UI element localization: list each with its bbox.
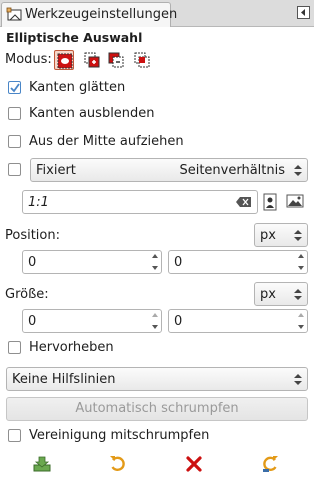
delete-preset-button[interactable] (184, 454, 204, 474)
panel-title: Elliptische Auswahl (6, 30, 143, 45)
position-y-spinner[interactable] (295, 251, 307, 273)
size-unit-combo[interactable]: px (254, 282, 308, 306)
auto-shrink-button[interactable]: Automatisch schrumpfen (6, 397, 308, 421)
combo-arrows-icon (294, 289, 302, 300)
fixed-option[interactable] (8, 162, 22, 180)
combo-arrows-icon (294, 374, 302, 385)
size-height-spinner[interactable] (295, 310, 307, 332)
expand-center-checkbox[interactable] (8, 135, 21, 148)
antialias-label: Kanten glätten (29, 80, 126, 95)
spin-up-icon[interactable] (295, 310, 307, 321)
position-x-value: 0 (28, 255, 37, 270)
ratio-entry[interactable]: 1:1 (22, 190, 258, 214)
shrink-merged-checkbox[interactable] (8, 429, 21, 442)
shrink-merged-label: Vereinigung mitschrumpfen (29, 428, 210, 443)
subtract-mode-icon (108, 52, 124, 68)
fixed-label: Fixiert (36, 163, 76, 178)
save-preset-icon (33, 456, 51, 472)
add-mode-icon (84, 52, 100, 68)
spin-up-icon[interactable] (149, 251, 161, 262)
tab-menu-icon[interactable] (297, 6, 310, 19)
subtract-mode-button[interactable] (106, 50, 126, 70)
replace-mode-button[interactable] (54, 50, 74, 70)
intersect-mode-button[interactable] (132, 50, 152, 70)
intersect-mode-icon (134, 52, 150, 68)
size-width-field[interactable]: 0 (22, 309, 162, 333)
reset-button[interactable] (260, 454, 280, 474)
ratio-value: 1:1 (28, 195, 49, 210)
tool-options-icon (6, 7, 24, 23)
spin-down-icon[interactable] (295, 321, 307, 332)
combo-arrows-icon (294, 165, 302, 176)
size-height-field[interactable]: 0 (168, 309, 308, 333)
antialias-checkbox[interactable] (8, 81, 21, 94)
fixed-mode-combo[interactable]: Fixiert Seitenverhältnis (30, 158, 308, 182)
spin-up-icon[interactable] (295, 251, 307, 262)
spin-down-icon[interactable] (149, 262, 161, 273)
size-width-spinner[interactable] (149, 310, 161, 332)
position-unit-combo[interactable]: px (254, 223, 308, 247)
spin-down-icon[interactable] (149, 321, 161, 332)
reset-icon (263, 456, 278, 472)
size-height-value: 0 (174, 314, 183, 329)
feather-checkbox[interactable] (8, 107, 21, 120)
size-label: Größe: (5, 287, 49, 302)
highlight-checkbox[interactable] (8, 341, 21, 354)
size-width-value: 0 (28, 314, 37, 329)
landscape-icon[interactable] (286, 193, 304, 211)
tool-options-tab[interactable]: Werkzeugeinstellungen (1, 2, 177, 27)
fixed-checkbox[interactable] (8, 163, 21, 176)
replace-mode-icon (57, 53, 73, 69)
position-label: Position: (5, 228, 60, 243)
tab-title: Werkzeugeinstellungen (25, 7, 178, 22)
position-y-field[interactable]: 0 (168, 250, 308, 274)
position-y-value: 0 (174, 255, 183, 270)
expand-center-label: Aus der Mitte aufziehen (29, 134, 184, 149)
tab-bar: Werkzeugeinstellungen (0, 0, 314, 27)
position-x-spinner[interactable] (149, 251, 161, 273)
mode-label: Modus: (5, 52, 52, 67)
feather-label: Kanten ausblenden (29, 106, 155, 121)
guides-combo[interactable]: Keine Hilfslinien (6, 367, 308, 391)
clear-text-icon[interactable] (236, 196, 252, 208)
restore-preset-icon (110, 456, 125, 472)
spin-up-icon[interactable] (149, 310, 161, 321)
save-preset-button[interactable] (32, 454, 52, 474)
highlight-label: Hervorheben (29, 340, 114, 355)
add-mode-button[interactable] (82, 50, 102, 70)
position-x-field[interactable]: 0 (22, 250, 162, 274)
combo-arrows-icon (294, 230, 302, 241)
portrait-icon[interactable] (262, 193, 280, 211)
spin-down-icon[interactable] (295, 262, 307, 273)
restore-preset-button[interactable] (108, 454, 128, 474)
position-unit: px (260, 228, 276, 243)
fixed-mode-value: Seitenverhältnis (179, 163, 285, 178)
delete-preset-icon (186, 456, 202, 472)
size-unit: px (260, 287, 276, 302)
guides-value: Keine Hilfslinien (12, 372, 116, 387)
